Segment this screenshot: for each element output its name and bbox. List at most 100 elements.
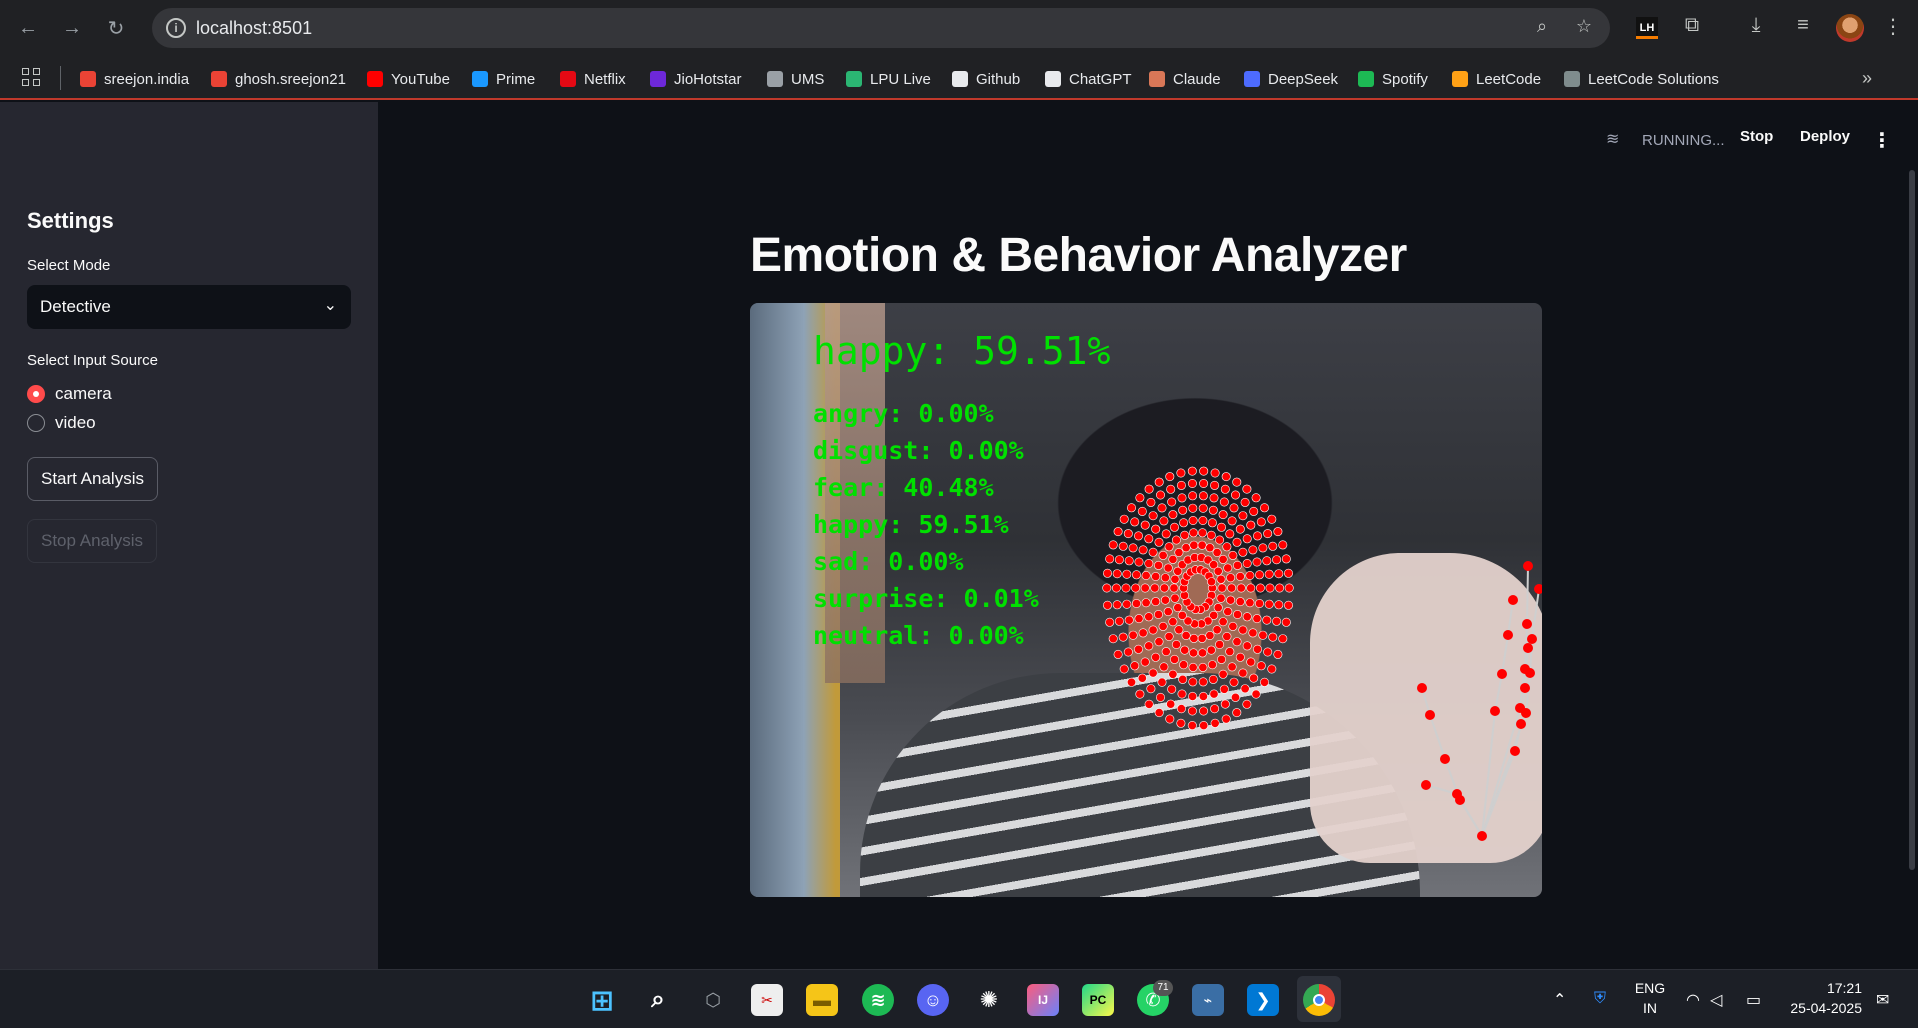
zoom-icon[interactable]: ⌕ <box>1530 16 1554 40</box>
forward-icon[interactable]: → <box>58 14 86 42</box>
bookmark-github[interactable]: Github <box>952 68 1020 90</box>
spotify-icon <box>1358 71 1374 87</box>
spotify-icon[interactable]: ≋ <box>862 984 894 1016</box>
defender-icon[interactable]: ⛨ <box>1594 990 1606 1008</box>
bookmark-youtube[interactable]: YouTube <box>367 68 450 90</box>
face-landmark-dot <box>1173 603 1183 613</box>
emotion-score-line: fear: 40.48% <box>813 473 994 502</box>
more-bookmarks-icon[interactable]: » <box>1862 68 1872 89</box>
face-landmark-dot <box>1283 600 1293 610</box>
sidebar-title: Settings <box>27 208 114 233</box>
bookmark-prime[interactable]: Prime <box>472 68 535 90</box>
bookmark-deepseek[interactable]: DeepSeek <box>1244 68 1338 90</box>
profile-avatar[interactable] <box>1836 14 1864 42</box>
face-landmark-dot <box>1158 550 1168 560</box>
radio-camera[interactable]: camera <box>27 383 112 405</box>
bookmark-jiohotstar[interactable]: JioHotstar <box>650 68 742 90</box>
address-bar[interactable]: i localhost:8501 ⌕ ☆ <box>152 8 1610 48</box>
task-view-icon[interactable]: ⬡ <box>697 984 729 1016</box>
file-explorer-icon[interactable]: ▬ <box>806 984 838 1016</box>
face-landmark-dot <box>1217 583 1227 593</box>
notification-icon[interactable]: ✉ <box>1876 990 1889 1010</box>
pycharm-icon[interactable]: PC <box>1082 984 1114 1016</box>
volume-icon[interactable]: ◁ <box>1710 990 1722 1010</box>
search-icon[interactable]: ⌕ <box>642 984 674 1016</box>
face-landmark-dot <box>1273 527 1283 537</box>
face-landmark-dot <box>1130 661 1140 671</box>
download-icon[interactable]: ⤓ <box>1742 14 1770 42</box>
bookmark-label: ghosh.sreejon21 <box>235 70 346 88</box>
tray-overflow-icon[interactable]: ⌃ <box>1553 990 1566 1010</box>
face-landmark-dot <box>1268 541 1278 551</box>
scrollbar[interactable] <box>1909 170 1915 870</box>
apps-grid-icon[interactable] <box>22 68 42 88</box>
face-landmark-dot <box>1177 493 1187 503</box>
wifi-icon[interactable]: ◠ <box>1686 990 1700 1010</box>
browser-menu-icon[interactable]: ⋮ <box>1879 14 1907 42</box>
emotion-score-line: angry: 0.00% <box>813 399 994 428</box>
windows-start-icon[interactable]: ⊞ <box>586 984 618 1016</box>
face-landmark-dot <box>1227 516 1237 526</box>
chrome-icon[interactable] <box>1303 984 1335 1016</box>
url-text[interactable]: localhost:8501 <box>196 18 312 39</box>
discord-icon[interactable]: ☺ <box>917 984 949 1016</box>
face-landmark-dot <box>1167 684 1177 694</box>
clock-time[interactable]: 17:21 <box>1782 980 1862 996</box>
app-menu-icon[interactable]: ⋮ <box>1872 128 1892 153</box>
face-landmark-dot <box>1205 543 1215 553</box>
face-landmark-dot <box>1122 569 1132 579</box>
radio-selected-icon[interactable] <box>27 385 45 403</box>
site-info-icon[interactable]: i <box>166 18 186 38</box>
bookmark-leetcode[interactable]: LeetCode <box>1452 68 1541 90</box>
face-landmark-dot <box>1141 570 1151 580</box>
face-landmark-dot <box>1118 632 1128 642</box>
start-analysis-button[interactable]: Start Analysis <box>27 457 158 501</box>
bookmark-label: DeepSeek <box>1268 70 1339 88</box>
snipping-tool-icon[interactable]: ✂ <box>751 984 783 1016</box>
bookmark-lpu-live[interactable]: LPU Live <box>846 68 931 90</box>
clock-date[interactable]: 25-04-2025 <box>1782 1000 1862 1016</box>
extensions-icon[interactable]: ⧉ <box>1678 14 1706 42</box>
face-landmark-dot <box>1137 506 1147 516</box>
intellij-icon[interactable]: IJ <box>1027 984 1059 1016</box>
face-landmark-dot <box>1164 542 1174 552</box>
bookmark-ghosh-sreejon21[interactable]: ghosh.sreejon21 <box>211 68 346 90</box>
face-landmark-dot <box>1216 593 1226 603</box>
bookmark-ums[interactable]: UMS <box>767 68 824 90</box>
chatgpt-icon[interactable]: ✺ <box>973 984 1005 1016</box>
mode-select[interactable]: Detective ⌄ <box>27 285 351 329</box>
lighthouse-extension-icon[interactable]: LH <box>1636 17 1658 39</box>
bookmark-sreejon-india[interactable]: sreejon.india <box>80 68 189 90</box>
media-control-icon[interactable]: ≡ <box>1789 14 1817 42</box>
battery-icon[interactable]: ▭ <box>1746 990 1761 1010</box>
language-top[interactable]: ENG <box>1628 980 1672 996</box>
bookmark-chatgpt[interactable]: ChatGPT <box>1045 68 1132 90</box>
language-bottom[interactable]: IN <box>1628 1000 1672 1016</box>
hand-landmark-dot <box>1516 719 1526 729</box>
vscode-icon[interactable]: ❯ <box>1247 984 1279 1016</box>
face-landmark-dot <box>1134 614 1144 624</box>
reload-icon[interactable]: ↻ <box>102 14 130 42</box>
face-landmark-dot <box>1198 677 1208 687</box>
whatsapp-badge: 71 <box>1153 980 1173 996</box>
face-landmark-dot <box>1210 480 1220 490</box>
back-icon[interactable]: ← <box>14 14 42 42</box>
radio-video[interactable]: video <box>27 412 96 434</box>
bookmark-claude[interactable]: Claude <box>1149 68 1221 90</box>
stop-button[interactable]: Stop <box>1740 128 1773 145</box>
bookmark-star-icon[interactable]: ☆ <box>1572 16 1596 40</box>
face-landmark-dot <box>1246 583 1256 593</box>
radio-unselected-icon[interactable] <box>27 414 45 432</box>
deploy-button[interactable]: Deploy <box>1800 128 1850 145</box>
mode-select-value: Detective <box>40 297 111 316</box>
bookmark-spotify[interactable]: Spotify <box>1358 68 1428 90</box>
face-landmark-dot <box>1197 528 1207 538</box>
sql-developer-icon[interactable]: ⌁ <box>1192 984 1224 1016</box>
face-landmark-dot <box>1256 517 1266 527</box>
bookmark-leetcode-solutions[interactable]: LeetCode Solutions <box>1564 68 1719 90</box>
bookmark-netflix[interactable]: Netflix <box>560 68 626 90</box>
hand-landmark-dot <box>1490 706 1500 716</box>
face-landmark-dot <box>1197 633 1207 643</box>
mode-label: Select Mode <box>27 257 111 274</box>
face-landmark-dot <box>1220 484 1230 494</box>
